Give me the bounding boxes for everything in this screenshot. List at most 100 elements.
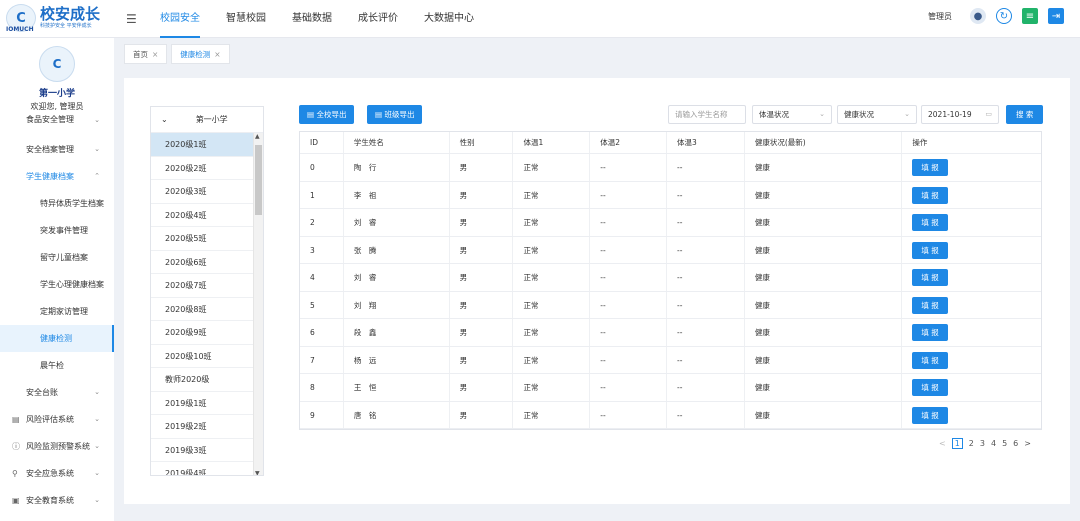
- sidebar-item-morning-check[interactable]: 晨午检: [0, 352, 114, 379]
- sidebar-item-label: 安全档案管理: [26, 145, 74, 154]
- page-button[interactable]: 5: [1002, 439, 1007, 448]
- tree-item-class[interactable]: 2020级6班: [151, 251, 253, 274]
- pagination: < 1 2 3 4 5 6 >: [936, 438, 1034, 449]
- fill-report-button[interactable]: 填 报: [912, 296, 948, 314]
- fill-report-button[interactable]: 填 报: [912, 351, 948, 369]
- tree-item-class[interactable]: 2020级10班: [151, 345, 253, 368]
- table-cell: --: [590, 374, 668, 401]
- fill-report-button[interactable]: 填 报: [912, 406, 948, 424]
- fill-report-button[interactable]: 填 报: [912, 241, 948, 259]
- table-cell: 0: [300, 154, 344, 181]
- action-cell: 填 报: [902, 347, 1041, 374]
- sidebar: C 第一小学 欢迎您, 管理员 食品安全管理 ⌄ 安全档案管理 ⌄ 学生健康档案 ⌃ …: [0, 38, 114, 521]
- student-search-input[interactable]: 请输入学生名称: [668, 105, 746, 124]
- chevron-down-icon: ⌄: [94, 116, 100, 124]
- table-cell: --: [667, 319, 745, 346]
- tree-item-class[interactable]: 2019级2班: [151, 415, 253, 439]
- page-button[interactable]: 2: [969, 439, 974, 448]
- table-row: 9唐 铭男正常 -- -- 健康填 报: [300, 401, 1041, 429]
- sidebar-item-safety-archive[interactable]: 安全档案管理 ⌄: [0, 136, 114, 163]
- health-status-select[interactable]: 健康状况 ⌄: [837, 105, 917, 124]
- tree-item-class[interactable]: 教师2020级: [151, 368, 253, 392]
- sidebar-item-safety-ledger[interactable]: 安全台账 ⌄: [0, 379, 114, 406]
- table-cell: --: [590, 209, 668, 236]
- page-button[interactable]: 6: [1013, 439, 1018, 448]
- page-button[interactable]: 1: [951, 438, 963, 449]
- table-cell: 唐 铭: [344, 401, 450, 428]
- refresh-icon[interactable]: ↻: [996, 8, 1012, 24]
- tab-health-check[interactable]: 健康检测 ×: [171, 44, 230, 64]
- table-cell: 正常: [513, 319, 591, 346]
- tree-item-class[interactable]: 2020级8班: [151, 298, 253, 321]
- table-cell: 正常: [513, 154, 591, 181]
- sidebar-item-safety-education[interactable]: ▣ 安全教育系统 ⌄: [0, 487, 114, 514]
- tree-item-class[interactable]: 2020级9班: [151, 321, 253, 345]
- chevron-down-icon[interactable]: ⌄: [161, 115, 168, 124]
- table-cell: 男: [450, 401, 514, 428]
- nav-basic-data[interactable]: 基础数据: [292, 0, 332, 38]
- close-icon[interactable]: ×: [214, 50, 220, 59]
- fill-report-button[interactable]: 填 报: [912, 214, 948, 231]
- export-school-button[interactable]: ▤ 全校导出: [299, 105, 355, 124]
- sidebar-item-special-constitution[interactable]: 特异体质学生档案: [0, 190, 114, 217]
- sidebar-item-student-health[interactable]: 学生健康档案 ⌃: [0, 163, 114, 190]
- tree-item-class[interactable]: 2020级7班: [151, 274, 253, 298]
- sidebar-item-health-check[interactable]: 健康检测: [0, 325, 114, 352]
- fill-report-button[interactable]: 填 报: [912, 186, 948, 204]
- fill-report-button[interactable]: 填 报: [912, 269, 948, 286]
- date-picker[interactable]: 2021-10-19 ▭: [921, 105, 999, 124]
- tree-item-class[interactable]: 2020级3班: [151, 180, 253, 204]
- table-cell: 健康: [745, 346, 903, 373]
- close-icon[interactable]: ×: [152, 50, 158, 59]
- tree-item-class[interactable]: 2020级4班: [151, 204, 253, 227]
- next-page-button[interactable]: >: [1024, 439, 1031, 448]
- tree-scrollbar[interactable]: ▲ ▼: [253, 133, 263, 475]
- tree-item-class[interactable]: 2020级1班: [151, 133, 253, 157]
- sidebar-item-emergency-system[interactable]: ⚲ 安全应急系统 ⌄: [0, 460, 114, 487]
- fill-report-button[interactable]: 填 报: [912, 379, 948, 396]
- table-header: ID 学生姓名 性别 体温1 体温2 体温3 健康状况(最新) 操作: [300, 132, 1041, 154]
- page-button[interactable]: 3: [980, 439, 985, 448]
- export-class-button[interactable]: ▤ 班级导出: [367, 105, 423, 124]
- sidebar-item-risk-assessment[interactable]: ▤ 风险评估系统 ⌄: [0, 406, 114, 433]
- table-cell: 男: [450, 374, 514, 401]
- nav-growth-eval[interactable]: 成长评价: [358, 0, 398, 38]
- nav-smart-campus[interactable]: 智慧校园: [226, 0, 266, 38]
- col-header: 体温3: [667, 132, 745, 153]
- nav-campus-safety[interactable]: 校园安全: [160, 0, 200, 38]
- sidebar-item-home-visit[interactable]: 定期家访管理: [0, 298, 114, 325]
- menu-toggle-icon[interactable]: ☰: [126, 12, 137, 26]
- tab-home[interactable]: 首页 ×: [124, 44, 168, 64]
- scroll-down-icon[interactable]: ▼: [255, 470, 260, 475]
- sidebar-item-mental-health[interactable]: 学生心理健康档案: [0, 271, 114, 298]
- table-cell: --: [667, 209, 745, 236]
- date-value: 2021-10-19: [928, 110, 972, 119]
- tree-item-class[interactable]: 2019级1班: [151, 392, 253, 415]
- tree-item-class[interactable]: 2020级5班: [151, 227, 253, 251]
- tree-item-class[interactable]: 2019级3班: [151, 439, 253, 462]
- prev-page-button[interactable]: <: [939, 439, 946, 448]
- table-cell: 男: [450, 346, 514, 373]
- action-cell: 填 报: [902, 182, 1041, 209]
- search-button[interactable]: 搜 索: [1006, 105, 1044, 124]
- scroll-up-icon[interactable]: ▲: [255, 133, 260, 140]
- fill-report-button[interactable]: 填 报: [912, 159, 948, 176]
- temp-status-select[interactable]: 体温状况 ⌄: [752, 105, 832, 124]
- welcome-text: 欢迎您, 管理员: [30, 102, 84, 111]
- sidebar-item-emergency-events[interactable]: 突发事件管理: [0, 217, 114, 244]
- scroll-thumb[interactable]: [255, 145, 262, 215]
- sidebar-item-food-safety[interactable]: 食品安全管理 ⌄: [0, 112, 114, 128]
- sidebar-item-left-behind[interactable]: 留守儿童档案: [0, 244, 114, 271]
- tree-item-class[interactable]: 2019级4班: [151, 462, 253, 475]
- tree-root[interactable]: ⌄ 第一小学: [151, 107, 263, 133]
- sidebar-item-risk-monitor[interactable]: ⓘ 风险监测预警系统 ⌄: [0, 433, 114, 460]
- fill-report-button[interactable]: 填 报: [912, 324, 948, 341]
- avatar-icon[interactable]: ●: [970, 8, 986, 24]
- logout-icon[interactable]: ⇥: [1048, 8, 1064, 24]
- tree-item-class[interactable]: 2020级2班: [151, 157, 253, 180]
- document-icon[interactable]: ≡: [1022, 8, 1038, 24]
- chevron-down-icon: ⌄: [94, 145, 100, 153]
- chevron-down-icon: ⌄: [819, 110, 825, 118]
- page-button[interactable]: 4: [991, 439, 996, 448]
- nav-big-data[interactable]: 大数据中心: [424, 0, 474, 38]
